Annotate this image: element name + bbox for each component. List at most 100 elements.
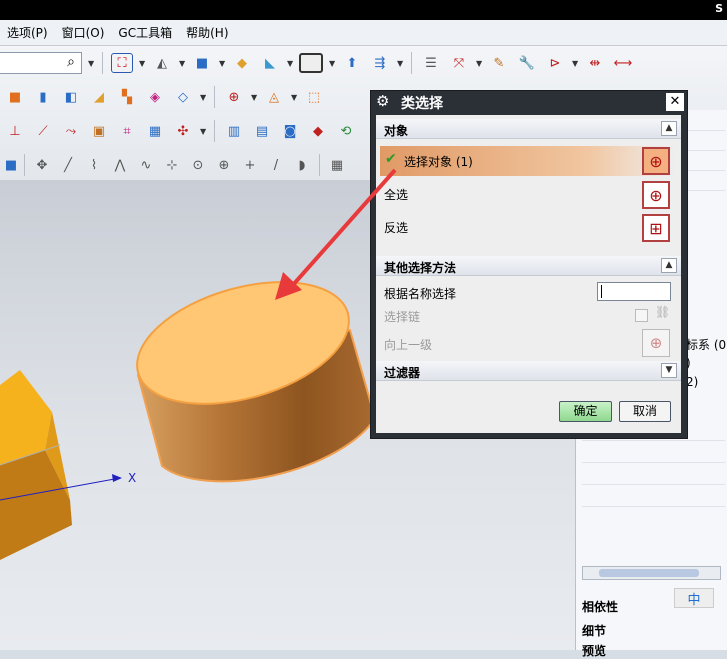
magnifier-icon[interactable]: ⌕: [67, 54, 75, 70]
transform-icon[interactable]: ⟲: [335, 121, 357, 141]
close-icon[interactable]: ✕: [666, 93, 684, 111]
snap-icon[interactable]: ⊳: [544, 53, 566, 73]
horizontal-scrollbar[interactable]: [582, 566, 721, 580]
chevron-down-icon[interactable]: ▼: [329, 59, 335, 68]
command-search-input[interactable]: ⌕: [0, 52, 82, 74]
section-other-methods-header[interactable]: 其他选择方法 ▲: [376, 256, 681, 276]
chevron-down-icon[interactable]: ▼: [661, 363, 677, 378]
feature-icon[interactable]: ■: [4, 87, 26, 107]
pattern-icon[interactable]: ◇: [172, 87, 194, 107]
table-icon[interactable]: ☰: [420, 53, 442, 73]
chevron-down-icon[interactable]: ▼: [200, 93, 206, 102]
chevron-down-icon[interactable]: ▼: [139, 59, 145, 68]
chain-checkbox[interactable]: [635, 309, 648, 322]
toolbar-separator: [24, 154, 25, 176]
chevron-down-icon[interactable]: ▼: [291, 93, 297, 102]
sweep-icon[interactable]: ◢: [88, 87, 110, 107]
shaded-view-icon[interactable]: ◭: [151, 53, 173, 73]
chevron-up-icon[interactable]: ▲: [661, 121, 677, 136]
layer-icon[interactable]: ◆: [231, 53, 253, 73]
grid-icon[interactable]: ▦: [326, 155, 348, 175]
section-other-methods-title: 其他选择方法: [384, 261, 457, 275]
line-tool-icon[interactable]: ⟋: [32, 121, 54, 141]
pencil-icon[interactable]: ✎: [488, 53, 510, 73]
analysis-icon[interactable]: ✣: [172, 121, 194, 141]
select-object-row[interactable]: ✔ 选择对象 (1): [380, 146, 675, 176]
freeform-icon[interactable]: ▤: [251, 121, 273, 141]
chevron-up-icon[interactable]: ▲: [661, 258, 677, 273]
background-color-icon[interactable]: [299, 53, 323, 73]
chevron-down-icon[interactable]: ▼: [572, 59, 578, 68]
wave-icon[interactable]: ∿: [135, 155, 157, 175]
dependencies-header[interactable]: 相依性: [582, 598, 618, 615]
circle-icon[interactable]: ⊙: [187, 155, 209, 175]
menu-gc-toolbox[interactable]: GC工具箱: [111, 24, 179, 41]
center-icon[interactable]: ⊕: [213, 155, 235, 175]
line-icon[interactable]: ╱: [57, 155, 79, 175]
extrude-icon[interactable]: ⬆: [341, 53, 363, 73]
preview-header[interactable]: 预览: [582, 642, 606, 659]
select-object-button[interactable]: ⊕: [642, 147, 670, 175]
chevron-down-icon[interactable]: ▼: [476, 59, 482, 68]
face-icon[interactable]: ◣: [259, 53, 281, 73]
select-by-name-input[interactable]: [597, 282, 671, 301]
wrench-icon[interactable]: 🔧: [516, 53, 538, 73]
scrollbar-thumb[interactable]: [599, 569, 699, 577]
tree-item-csys[interactable]: 标系 (0): [686, 336, 727, 353]
boolean-icon[interactable]: ⊕: [223, 87, 245, 107]
menu-help[interactable]: 帮助(H): [179, 24, 235, 41]
ok-button[interactable]: 确定: [559, 401, 612, 422]
chamfer-icon[interactable]: ▚: [116, 87, 138, 107]
panel-row-divider: [582, 440, 725, 441]
fillet-icon[interactable]: ◗: [291, 155, 313, 175]
dialog-title-bar[interactable]: ⚙ 类选择 ✕: [371, 91, 687, 113]
offset-icon[interactable]: ⬚: [303, 87, 325, 107]
section-filter-header[interactable]: 过滤器 ▼: [376, 361, 681, 381]
chevron-down-icon[interactable]: ▼: [219, 59, 225, 68]
trim-icon[interactable]: ◬: [263, 87, 285, 107]
section-objects-header[interactable]: 对象 ▲: [376, 119, 681, 139]
chevron-down-icon[interactable]: ▼: [88, 59, 94, 68]
arc-tool-icon[interactable]: ⤳: [60, 121, 82, 141]
plus-icon[interactable]: +: [239, 155, 261, 175]
gear-icon[interactable]: ⚙: [376, 92, 389, 110]
chevron-down-icon[interactable]: ▼: [251, 93, 257, 102]
studio-surface-icon[interactable]: ▥: [223, 121, 245, 141]
blend-icon[interactable]: ▮: [32, 87, 54, 107]
cylinder-body[interactable]: [123, 260, 377, 483]
title-bar: S: [0, 0, 727, 20]
details-header[interactable]: 细节: [582, 622, 606, 639]
view-cube-icon[interactable]: ■: [4, 155, 18, 175]
chevron-down-icon[interactable]: ▼: [179, 59, 185, 68]
curve-mesh-icon[interactable]: ⌗: [116, 121, 138, 141]
toolbar-separator: [102, 52, 103, 74]
crosshair-icon[interactable]: ⊹: [161, 155, 183, 175]
surface-icon[interactable]: ▣: [88, 121, 110, 141]
axis-icon[interactable]: ⤧: [448, 53, 470, 73]
slash-icon[interactable]: /: [265, 155, 287, 175]
move-object-icon[interactable]: ⇶: [369, 53, 391, 73]
panel-row-divider: [582, 506, 725, 507]
cancel-button[interactable]: 取消: [619, 401, 671, 422]
ruler-icon[interactable]: ⟷: [612, 53, 634, 73]
patch-icon[interactable]: ◆: [307, 121, 329, 141]
point-icon[interactable]: ✥: [31, 155, 53, 175]
menu-window[interactable]: 窗口(O): [55, 24, 112, 41]
datum-icon[interactable]: ⊥: [4, 121, 26, 141]
chevron-down-icon[interactable]: ▼: [200, 127, 206, 136]
chevron-down-icon[interactable]: ▼: [287, 59, 293, 68]
sew-icon[interactable]: ◙: [279, 121, 301, 141]
shell-icon[interactable]: ◈: [144, 87, 166, 107]
chevron-down-icon[interactable]: ▼: [397, 59, 403, 68]
spline-icon[interactable]: ⌇: [83, 155, 105, 175]
menu-preferences[interactable]: 选项(P): [0, 24, 55, 41]
polyline-icon[interactable]: ⋀: [109, 155, 131, 175]
grid-surface-icon[interactable]: ▦: [144, 121, 166, 141]
dimension-icon[interactable]: ⇹: [584, 53, 606, 73]
solid-cube-icon[interactable]: ■: [191, 53, 213, 73]
invert-selection-button[interactable]: ⊞: [642, 214, 670, 242]
up-one-level-button[interactable]: ⊕: [642, 329, 670, 357]
select-all-button[interactable]: ⊕: [642, 181, 670, 209]
fit-view-icon[interactable]: ⛶: [111, 53, 133, 73]
box-icon[interactable]: ◧: [60, 87, 82, 107]
